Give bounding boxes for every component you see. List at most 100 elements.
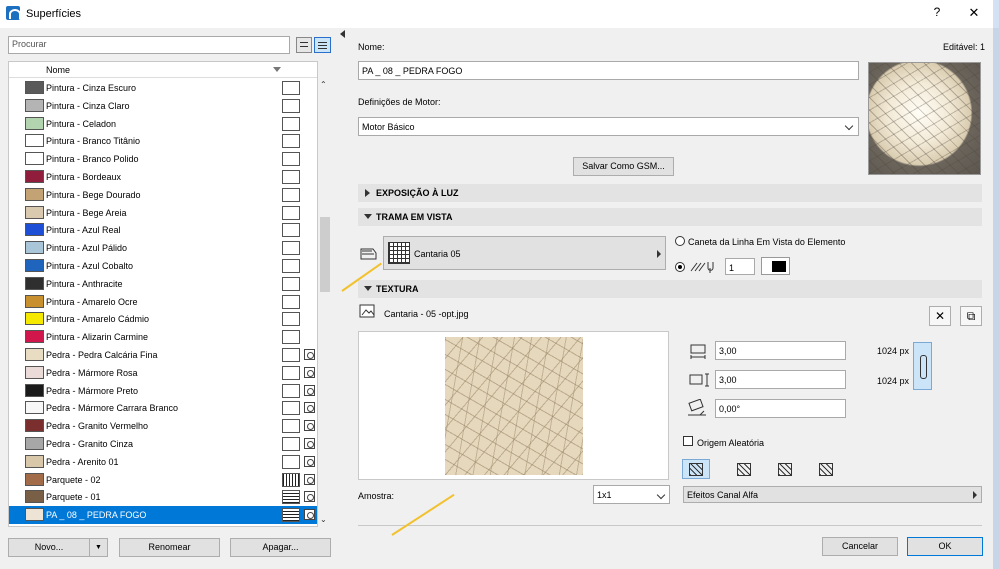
hatch-preview-icon <box>282 330 300 345</box>
hatch-preview-icon <box>282 401 300 416</box>
texture-mirror-x-icon[interactable] <box>730 459 758 479</box>
surface-list-item[interactable]: Pintura - Azul Real <box>9 221 317 239</box>
surface-list-item[interactable]: Pedra - Pedra Calcária Fina <box>9 346 317 364</box>
surface-list-item[interactable]: Pedra - Mármore Preto <box>9 382 317 400</box>
surface-list-item[interactable]: Pedra - Arenito 01 <box>9 453 317 471</box>
surface-list-item[interactable]: Parquete - 02 <box>9 471 317 489</box>
column-header-name[interactable]: Nome <box>46 65 70 75</box>
collapse-arrow-icon[interactable] <box>340 30 345 38</box>
delete-button[interactable]: Apagar... <box>230 538 331 557</box>
cancel-button[interactable]: Cancelar <box>822 537 898 556</box>
texture-mirror-none-icon[interactable] <box>682 459 710 479</box>
texture-icon <box>304 509 315 521</box>
color-swatch <box>25 348 44 361</box>
sample-select[interactable]: 1x1 <box>593 485 670 504</box>
surface-list-item[interactable]: PA _ 08 _ PEDRA FOGO <box>9 506 317 524</box>
surface-list-item[interactable]: Pedra - Granito Vermelho <box>9 417 317 435</box>
scroll-thumb[interactable] <box>320 217 330 292</box>
texture-image <box>445 337 583 475</box>
color-swatch <box>25 472 44 486</box>
sort-down-icon[interactable] <box>273 67 281 72</box>
section-view-hatch[interactable]: TRAMA EM VISTA <box>358 208 982 226</box>
texture-icon <box>304 349 315 360</box>
surface-list-item[interactable]: Pintura - Bege Dourado <box>9 186 317 204</box>
surface-name: Pintura - Anthracite <box>46 278 123 289</box>
surface-name: Pintura - Amarelo Cádmio <box>46 314 150 325</box>
dropdown-arrow-icon[interactable]: ▼ <box>89 539 107 556</box>
color-swatch <box>25 330 44 344</box>
list-view-icon[interactable] <box>314 37 331 53</box>
texture-icon <box>304 473 315 485</box>
surface-list[interactable]: Nome Pintura - Cinza Escuro Pintura - Cin… <box>8 61 318 527</box>
alpha-effects-button[interactable]: Efeitos Canal Alfa <box>683 486 982 503</box>
texture-mirror-y-icon[interactable] <box>771 459 799 479</box>
surface-list-item[interactable]: Pintura - Azul Cobalto <box>9 257 317 275</box>
texture-width-field[interactable]: 3,00 <box>715 341 846 360</box>
color-swatch <box>25 312 44 326</box>
folder-view-icon[interactable] <box>296 37 312 53</box>
window-edge <box>993 0 999 569</box>
save-gsm-button[interactable]: Salvar Como GSM... <box>573 157 674 176</box>
help-button[interactable]: ? <box>930 5 944 21</box>
scroll-up-icon[interactable]: ⌃ <box>320 80 330 89</box>
surface-name: Pintura - Cinza Escuro <box>46 83 137 93</box>
name-field[interactable]: PA _ 08 _ PEDRA FOGO <box>358 61 859 80</box>
surface-name: Pedra - Arenito 01 <box>46 456 119 467</box>
texture-icon <box>304 384 315 396</box>
hatch-preview-icon <box>282 419 300 434</box>
hatch-picker[interactable]: Cantaria 05 <box>383 236 666 270</box>
pen-color-swatch[interactable] <box>761 257 790 275</box>
scroll-down-icon[interactable]: ⌄ <box>320 515 330 524</box>
surface-list-item[interactable]: Pedra - Granito Cinza <box>9 435 317 453</box>
surface-list-item[interactable]: Pintura - Bege Areia <box>9 204 317 222</box>
panel-splitter[interactable] <box>340 28 348 569</box>
pen-custom-radio[interactable] <box>675 262 685 272</box>
pen-element-radio[interactable] <box>675 236 685 246</box>
surface-list-item[interactable]: Pintura - Branco Titânio <box>9 132 317 150</box>
color-swatch <box>25 259 44 272</box>
surface-name: Parquete - 01 <box>46 492 101 503</box>
texture-angle-icon <box>686 398 712 417</box>
list-header[interactable]: Nome <box>9 62 317 78</box>
section-light-exposure[interactable]: EXPOSIÇÃO À LUZ <box>358 184 982 202</box>
pen-number-field[interactable]: 1 <box>725 258 755 275</box>
search-input[interactable]: Procurar <box>8 36 290 54</box>
surface-list-item[interactable]: Pintura - Cinza Claro <box>9 97 317 115</box>
color-swatch <box>25 419 44 433</box>
surface-list-item[interactable]: Pintura - Amarelo Ocre <box>9 293 317 311</box>
ok-button[interactable]: OK <box>907 537 983 556</box>
color-swatch <box>25 383 44 397</box>
window-title: Superfícies <box>26 8 82 20</box>
surface-list-item[interactable]: Pintura - Alizarin Carmine <box>9 328 317 346</box>
surface-name: Pintura - Alizarin Carmine <box>46 332 149 343</box>
surface-list-item[interactable]: Pintura - Celadon <box>9 115 317 133</box>
surface-list-item[interactable]: Parquete - 01 <box>9 488 317 506</box>
hatch-preview-icon <box>282 223 300 238</box>
new-button-label: Novo... <box>34 542 64 552</box>
open-folder-icon[interactable]: ⧉ <box>960 306 982 326</box>
texture-icon <box>304 455 315 467</box>
remove-texture-icon[interactable]: ✕ <box>929 306 951 326</box>
surface-list-item[interactable]: Pintura - Amarelo Cádmio <box>9 310 317 328</box>
texture-height-field[interactable]: 3,00 <box>715 370 846 389</box>
surface-list-item[interactable]: Pedra - Mármore Rosa <box>9 364 317 382</box>
surface-list-item[interactable]: Pintura - Azul Pálido <box>9 239 317 257</box>
surface-list-item[interactable]: Pintura - Anthracite <box>9 275 317 293</box>
surface-list-item[interactable]: Pintura - Cinza Escuro <box>9 79 317 97</box>
rename-button[interactable]: Renomear <box>119 538 220 557</box>
surface-list-item[interactable]: Pedra - Mármore Carrara Branco <box>9 399 317 417</box>
engine-select[interactable]: Motor Básico <box>358 117 859 136</box>
close-button[interactable]: ✕ <box>964 5 984 21</box>
new-button[interactable]: Novo... ▼ <box>8 538 108 557</box>
title-bar: Superfícies ? ✕ <box>0 0 999 28</box>
texture-height-px: 1024 px <box>877 376 910 386</box>
section-texture[interactable]: TEXTURA <box>358 280 982 298</box>
texture-angle-field[interactable]: 0,00° <box>715 399 846 418</box>
surface-list-item[interactable]: Pintura - Branco Polido <box>9 150 317 168</box>
surface-list-item[interactable]: Pintura - Bordeaux <box>9 168 317 186</box>
color-swatch <box>25 276 44 290</box>
list-scrollbar[interactable] <box>318 78 332 527</box>
link-chain-icon[interactable] <box>913 342 932 390</box>
random-origin-checkbox[interactable] <box>683 436 693 446</box>
texture-mirror-xy-icon[interactable] <box>812 459 840 479</box>
